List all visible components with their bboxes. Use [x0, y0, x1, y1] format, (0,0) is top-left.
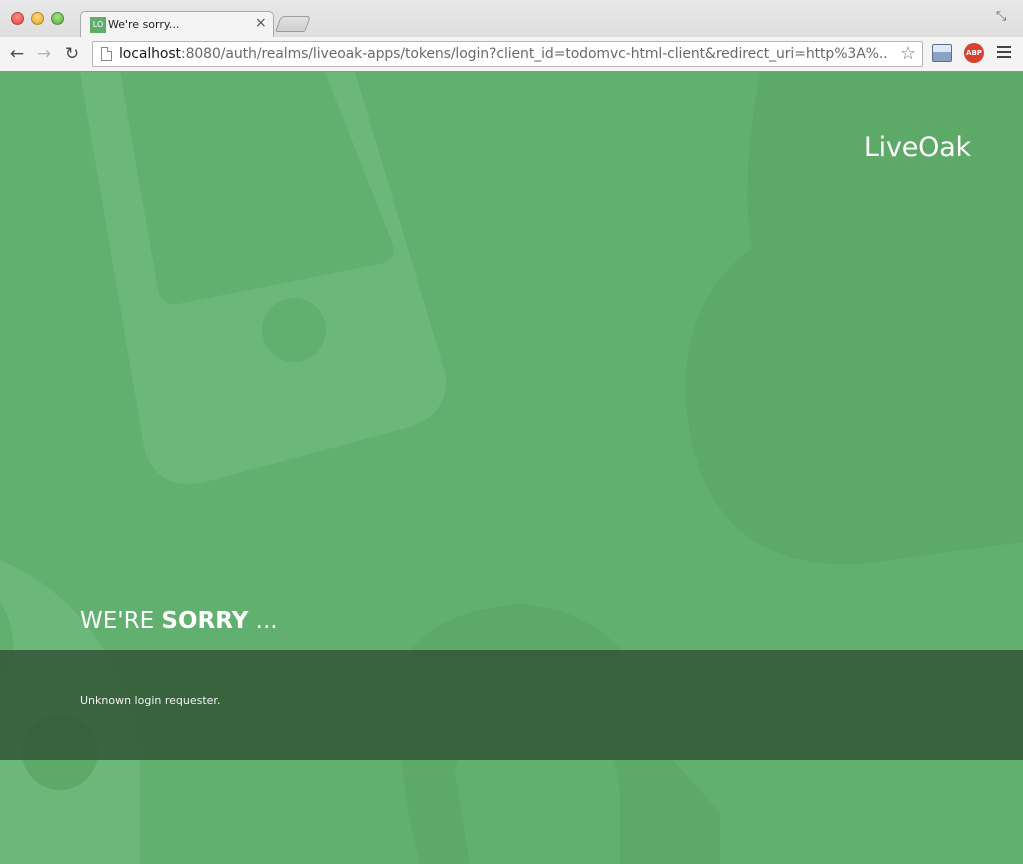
close-window-button[interactable]	[11, 12, 24, 25]
url-text[interactable]: localhost:8080/auth/realms/liveoak-apps/…	[119, 46, 889, 62]
title-bold: SORRY	[161, 608, 249, 634]
browser-toolbar: ← → ↻ localhost:8080/auth/realms/liveoak…	[0, 37, 1023, 71]
brand-logo-text: LiveOak	[863, 132, 971, 163]
url-path: :8080/auth/realms/liveoak-apps/tokens/lo…	[180, 46, 889, 62]
message-band: Unknown login requester.	[0, 650, 1023, 760]
bookmark-star-icon[interactable]: ☆	[900, 43, 916, 64]
forward-button[interactable]: →	[33, 43, 55, 65]
url-host: localhost	[119, 46, 181, 62]
phone-button	[262, 298, 326, 362]
title-prefix: WE'RE	[80, 608, 162, 634]
address-bar[interactable]: localhost:8080/auth/realms/liveoak-apps/…	[92, 41, 923, 67]
new-tab-button[interactable]	[275, 16, 311, 32]
adblock-plus-icon[interactable]: ABP	[964, 43, 984, 63]
page-icon	[101, 47, 112, 61]
error-message: Unknown login requester.	[80, 694, 221, 707]
tab-strip: LO We're sorry... × ⤡	[0, 0, 1023, 38]
tab-title: We're sorry...	[108, 18, 180, 31]
page-title: WE'RE SORRY ...	[80, 608, 278, 634]
zoom-window-button[interactable]	[51, 12, 64, 25]
title-suffix: ...	[248, 608, 278, 634]
menu-icon[interactable]	[997, 46, 1011, 60]
reload-button[interactable]: ↻	[61, 43, 83, 65]
tab-active[interactable]: LO We're sorry... ×	[80, 11, 274, 38]
back-button[interactable]: ←	[6, 43, 28, 65]
tab-close-icon[interactable]: ×	[255, 15, 267, 31]
page-viewport: LiveOak WE'RE SORRY ... Unknown login re…	[0, 72, 1023, 864]
window-extension-icon[interactable]	[932, 44, 952, 62]
lock-shape-right	[685, 72, 1023, 565]
minimize-window-button[interactable]	[31, 12, 44, 25]
browser-chrome: LO We're sorry... × ⤡ ← → ↻ localhost:80…	[0, 0, 1023, 71]
favicon-icon: LO	[90, 17, 106, 33]
restore-icon[interactable]: ⤡	[996, 9, 1012, 25]
